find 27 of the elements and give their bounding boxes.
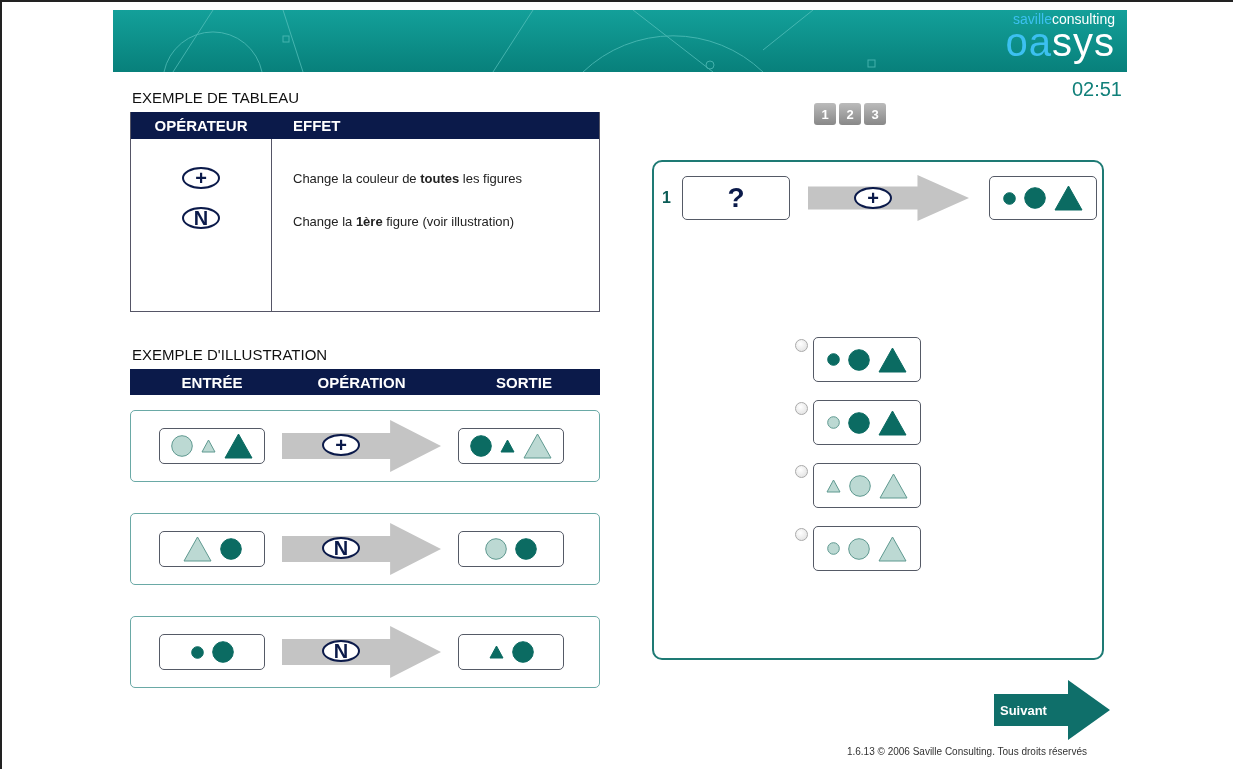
answer-option[interactable] bbox=[813, 463, 921, 508]
unknown-card: ? bbox=[682, 176, 790, 220]
column-header: EFFET bbox=[292, 117, 341, 134]
section-title: EXEMPLE D'ILLUSTRATION bbox=[132, 346, 329, 363]
question-number: 1 bbox=[662, 189, 672, 207]
answer-option[interactable] bbox=[813, 337, 921, 382]
column-header: OPÉRATION bbox=[316, 373, 407, 391]
answer-option[interactable] bbox=[813, 526, 921, 571]
operator-symbol: N bbox=[182, 207, 220, 229]
answer-option[interactable] bbox=[813, 400, 921, 445]
page-button[interactable]: 2 bbox=[839, 103, 861, 125]
effect-text: Change la couleur de toutes les figures bbox=[293, 171, 523, 186]
radio-button[interactable] bbox=[795, 339, 808, 352]
copyright-text: 1.6.13 © 2006 Saville Consulting. Tous droits réservés bbox=[846, 746, 1087, 757]
radio-button[interactable] bbox=[795, 528, 808, 541]
page-button[interactable]: 1 bbox=[814, 103, 836, 125]
operator-symbol: + bbox=[182, 167, 220, 189]
next-button[interactable]: Suivant bbox=[994, 680, 1110, 740]
page-button[interactable]: 3 bbox=[864, 103, 886, 125]
section-title: EXEMPLE DE TABLEAU bbox=[132, 89, 300, 106]
column-header: OPÉRATEUR bbox=[153, 117, 249, 134]
radio-button[interactable] bbox=[795, 465, 808, 478]
effect-text: Change la 1ère figure (voir illustration) bbox=[293, 214, 516, 229]
column-header: SORTIE bbox=[495, 373, 553, 391]
timer: 02:51 bbox=[1071, 78, 1122, 101]
radio-button[interactable] bbox=[795, 402, 808, 415]
column-header: ENTRÉE bbox=[180, 373, 244, 391]
